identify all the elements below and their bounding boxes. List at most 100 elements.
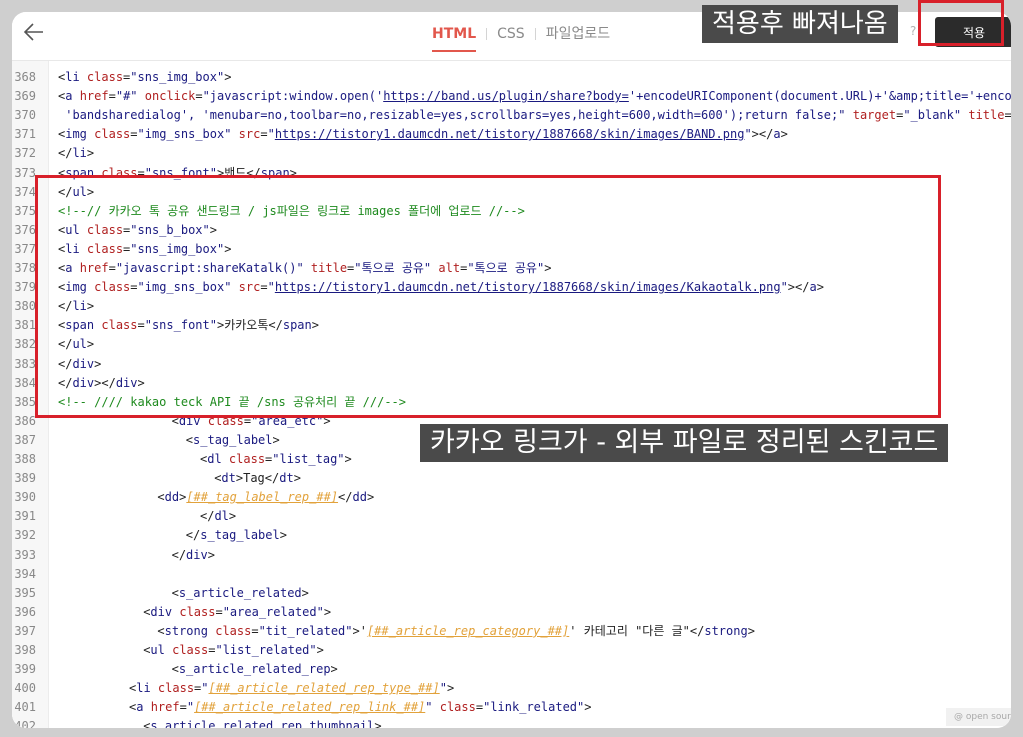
code-line[interactable]: 381 <span class="sns_font">카카오톡</span> — [12, 316, 1011, 335]
tab-html[interactable]: HTML — [422, 22, 486, 52]
code-token: class — [101, 165, 138, 180]
code-line[interactable]: 374 </ul> — [12, 183, 1011, 202]
line-number: 375 — [14, 203, 36, 218]
code-line[interactable]: 397 <strong class="tit_related">'[##_arti… — [12, 622, 1011, 641]
code-token: [##_article_related_rep_type_##] — [208, 681, 440, 696]
code-token: "link_related" — [483, 700, 585, 715]
code-token: = — [215, 604, 223, 619]
code-line[interactable]: 389 <dt>Tag</dt> — [12, 469, 1011, 488]
help-icon[interactable]: ? — [910, 24, 916, 38]
apply-button[interactable]: 적용 — [935, 17, 1011, 47]
code-token: >' — [352, 623, 367, 638]
code-token: class — [86, 241, 124, 256]
code-token: strong — [704, 623, 748, 638]
line-number: 374 — [14, 184, 36, 199]
code-line[interactable]: 380 </li> — [12, 297, 1011, 316]
code-text: </li> — [58, 144, 94, 163]
code-token: class — [86, 222, 124, 237]
code-line[interactable]: 379 <img class="img_sns_box" src="https:/… — [12, 278, 1011, 297]
code-token: img — [65, 127, 87, 142]
code-line[interactable]: 391 </dl> — [12, 507, 1011, 526]
code-token: s_article_related_rep — [178, 662, 331, 677]
code-token: class — [86, 70, 124, 84]
code-line[interactable]: 383 </div> — [12, 355, 1011, 374]
code-text: 'bandsharedialog', 'menubar=no,toolbar=n… — [58, 106, 1011, 125]
code-token: = — [130, 127, 138, 142]
code-text: </li> — [58, 297, 94, 316]
line-number: 394 — [14, 566, 36, 581]
code-text: </div> — [58, 355, 101, 374]
code-line[interactable]: 401 <a href="[##_article_related_rep_link… — [12, 698, 1011, 717]
tab-css[interactable]: CSS — [487, 22, 535, 46]
code-token: > — [584, 700, 592, 715]
code-line[interactable]: 371 <img class="img_sns_box" src="https:/… — [12, 125, 1011, 144]
code-token: > — [301, 585, 309, 600]
code-line[interactable]: 372 </li> — [12, 144, 1011, 163]
code-line[interactable]: 390 <dd>[##_tag_label_rep_##]</dd> — [12, 488, 1011, 507]
line-number: 392 — [14, 528, 36, 543]
code-token: > — [311, 318, 319, 333]
code-token: 카카오톡 — [224, 318, 269, 333]
skin-editor-window: HTML CSS 파일업로드 ? 적용 368 <li class="sns_im… — [12, 12, 1011, 728]
code-line[interactable]: 369 <a href="#" onclick="javascript:windo… — [12, 87, 1011, 106]
code-token: class — [94, 127, 131, 142]
code-line[interactable]: 384 </div></div> — [12, 374, 1011, 393]
code-token: > — [544, 261, 552, 275]
code-token: "sns_font" — [144, 165, 217, 180]
code-token: span — [260, 165, 290, 180]
code-text: <li class="sns_img_box"> — [58, 68, 231, 87]
code-token: "#" — [115, 89, 138, 104]
code-line[interactable]: 382 </ul> — [12, 335, 1011, 354]
line-number: 401 — [14, 700, 36, 715]
code-line[interactable]: 377 <li class="sns_img_box"> — [12, 240, 1011, 259]
code-line[interactable]: 368 <li class="sns_img_box"> — [12, 68, 1011, 87]
code-token: </ — [58, 375, 73, 390]
code-line[interactable]: 394 — [12, 565, 1011, 584]
line-number: 396 — [14, 604, 36, 619]
code-token: > — [224, 70, 232, 84]
code-token: [##_tag_label_rep_##] — [186, 490, 339, 505]
code-line[interactable]: 396 <div class="area_related"> — [12, 603, 1011, 622]
code-line[interactable]: 399 <s_article_related_rep> — [12, 660, 1011, 679]
code-line[interactable]: 376 <ul class="sns_b_box"> — [12, 221, 1011, 240]
code-line[interactable]: 392 </s_tag_label> — [12, 526, 1011, 545]
code-token: "javascript:shareKatalk()" — [115, 261, 304, 275]
tab-file-upload[interactable]: 파일업로드 — [536, 22, 620, 46]
code-text: </ul> — [58, 183, 94, 202]
code-line[interactable]: 370 'bandsharedialog', 'menubar=no,toolb… — [12, 106, 1011, 125]
code-text: <dd>[##_tag_label_rep_##]</dd> — [157, 488, 374, 507]
code-token: </ — [185, 528, 201, 543]
code-editor[interactable]: 368 <li class="sns_img_box"> 369 <a href="#… — [12, 61, 1011, 728]
code-token: = — [251, 623, 259, 638]
code-line[interactable]: 393 </div> — [12, 546, 1011, 565]
back-arrow-icon[interactable] — [20, 18, 48, 46]
line-number: 388 — [14, 452, 36, 466]
code-text: <div class="area_related"> — [143, 603, 331, 622]
code-line[interactable]: 385 <!-- //// kakao teck API 끝 /sns 공유처리 … — [12, 393, 1011, 412]
code-token: </ — [689, 623, 705, 638]
code-token: > — [279, 528, 287, 543]
code-token: </ — [338, 490, 353, 505]
code-line[interactable]: 402 <s_article_related_rep_thumbnail> — [12, 717, 1011, 728]
code-line[interactable]: 400 <li class="[##_article_related_rep_ty… — [12, 679, 1011, 698]
code-token: href — [79, 89, 109, 104]
code-token: > — [780, 127, 788, 142]
code-line[interactable]: 398 <ul class="list_related"> — [12, 641, 1011, 660]
line-number: 373 — [14, 165, 36, 180]
code-line[interactable]: 375 <!--// 카카오 톡 공유 샌드링크 / js파일은 링크로 imag… — [12, 202, 1011, 221]
code-line[interactable]: 378 <a href="javascript:shareKatalk()" ti… — [12, 259, 1011, 278]
code-token: "sns_img_box" — [130, 70, 225, 84]
code-line[interactable]: 373 <span class="sns_font">밴드</span> — [12, 164, 1011, 183]
annotation-kakao-note: 카카오 링크가 - 외부 파일로 정리된 스킨코드 — [420, 424, 949, 462]
code-token: "area_related" — [222, 604, 324, 619]
code-token: s_article_related_rep_thumbnail — [150, 719, 375, 728]
line-number: 370 — [14, 108, 36, 123]
code-token: < — [171, 413, 179, 428]
code-token: </ — [58, 356, 73, 371]
code-token: > — [86, 146, 95, 161]
code-token: "img_sns_box" — [137, 127, 232, 142]
code-token: dt — [221, 471, 236, 486]
code-text: </div></div> — [58, 374, 145, 393]
code-line[interactable]: 395 <s_article_related> — [12, 584, 1011, 603]
